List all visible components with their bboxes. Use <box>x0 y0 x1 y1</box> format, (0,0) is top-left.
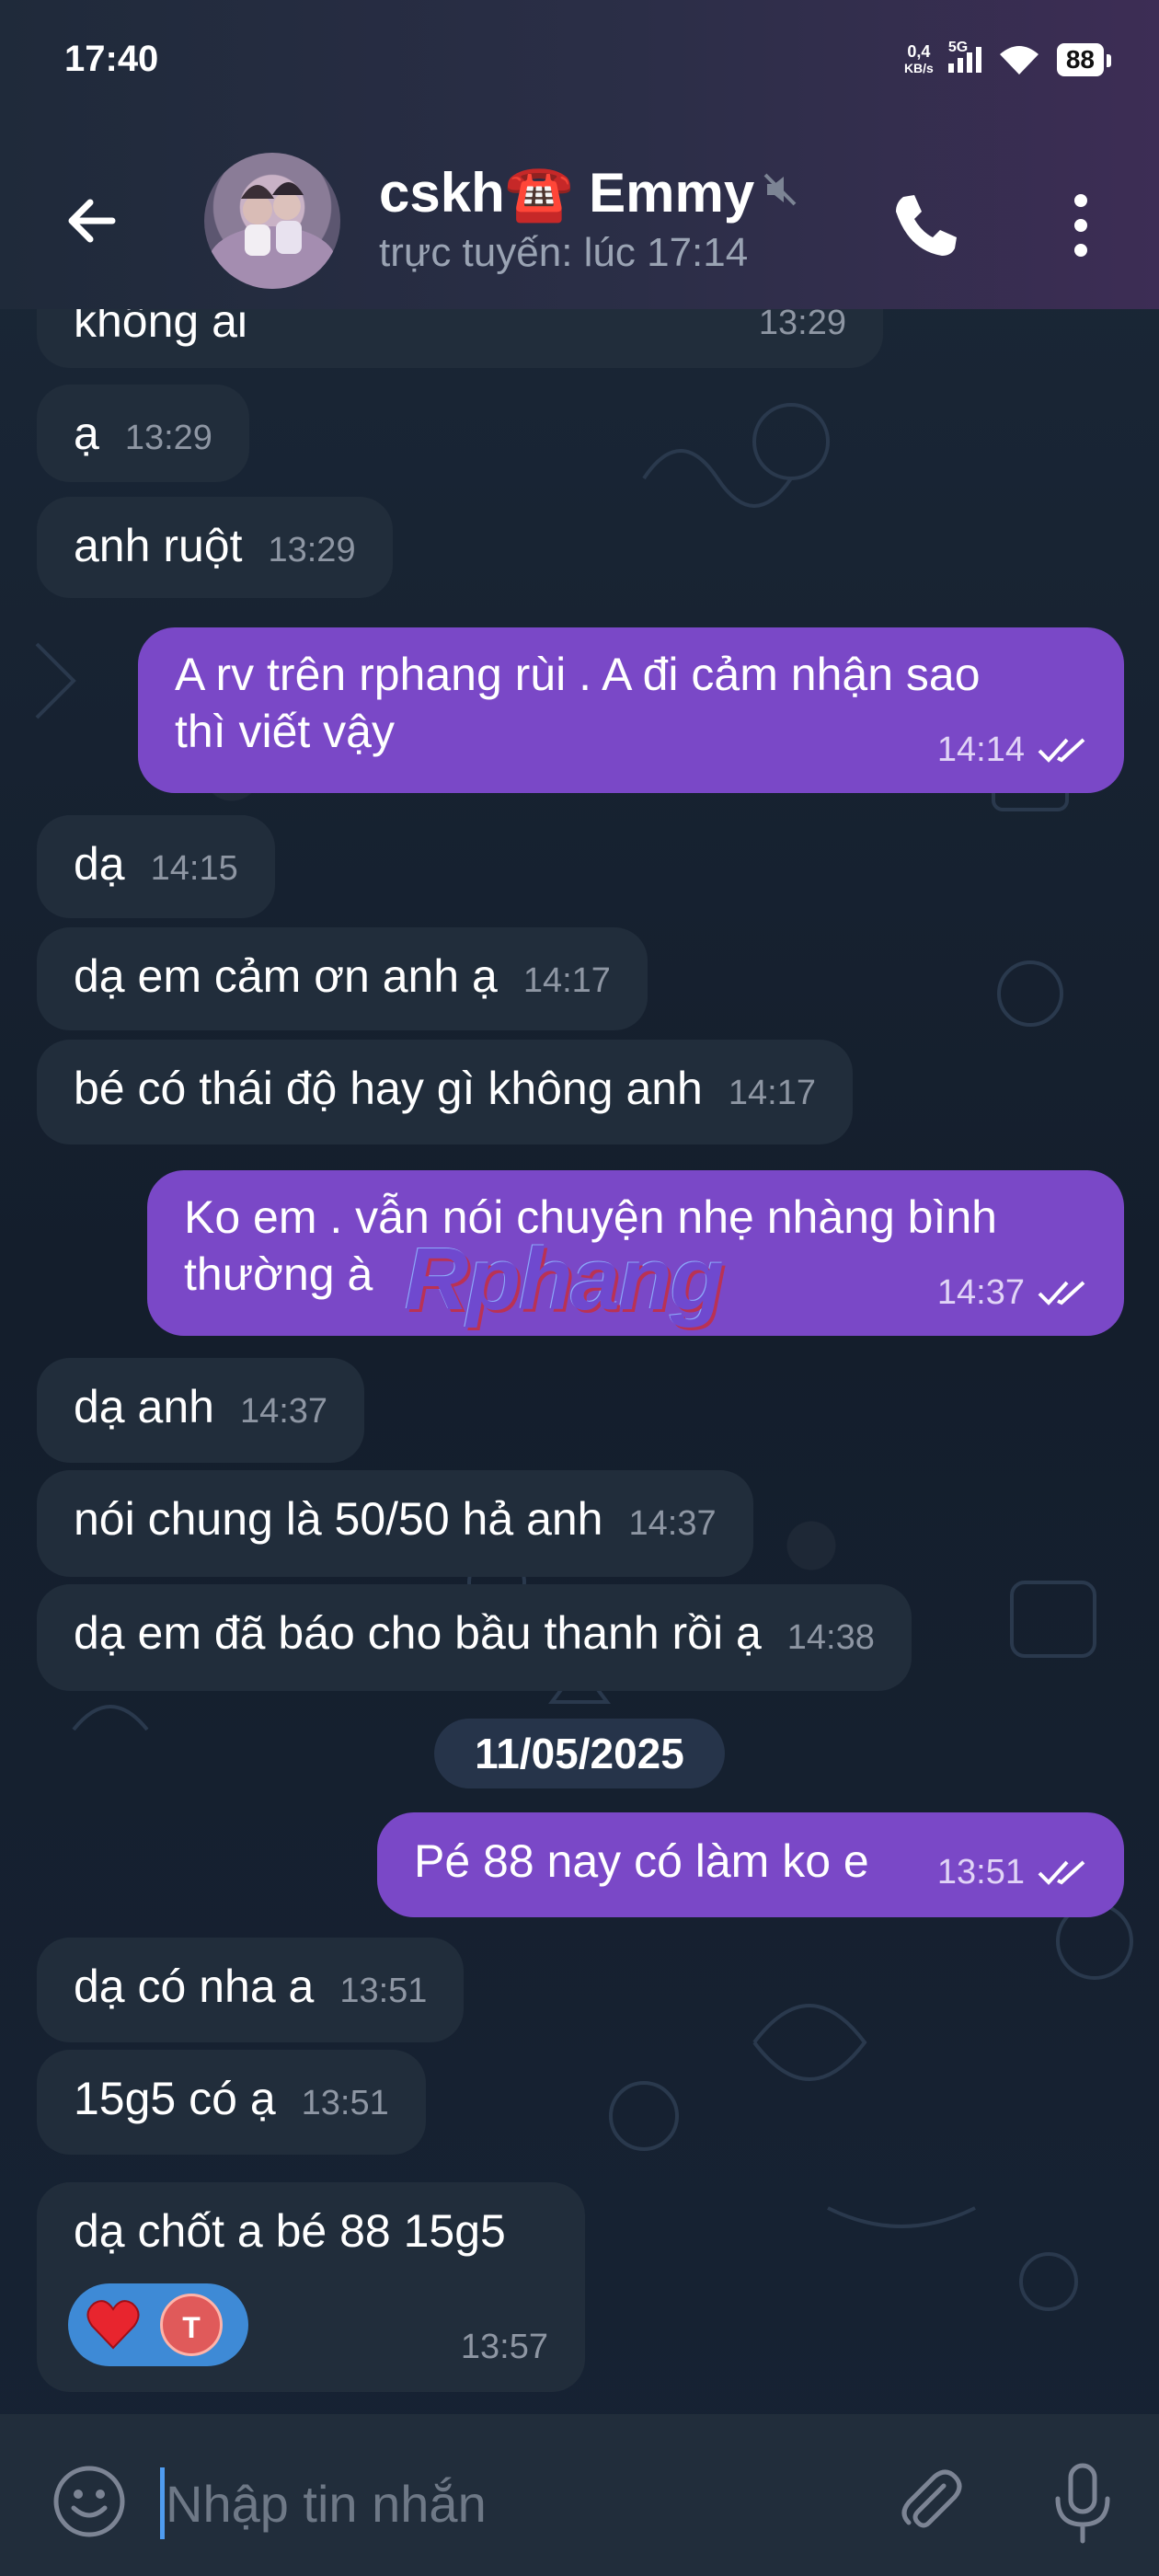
message-time: 13:57 <box>460 2328 548 2366</box>
message-time: 14:15 <box>150 849 238 888</box>
message-input[interactable] <box>164 2466 848 2541</box>
message-time: 14:37 <box>239 1392 328 1431</box>
message-incoming[interactable]: không ai 13:29 <box>37 309 883 368</box>
chat-header: cskh☎️ Emmy trực tuyến: lúc 17:14 <box>0 129 1159 309</box>
message-text: dạ anh <box>74 1381 214 1432</box>
wifi-icon <box>999 46 1039 75</box>
message-text: 15g5 có ạ <box>74 2073 276 2124</box>
message-text: bé có thái độ hay gì không anh <box>74 1063 703 1114</box>
message-time: 13:51 <box>936 1853 1025 1892</box>
network-speed-unit: KB/s <box>903 61 934 75</box>
attach-icon[interactable] <box>890 2462 970 2541</box>
signal-icon: 5G <box>947 40 981 73</box>
mic-icon[interactable] <box>1043 2458 1122 2547</box>
message-text-line: A rv trên rphang rùi . A đi cảm nhận sao <box>175 649 981 700</box>
message-time: 14:37 <box>628 1504 717 1543</box>
network-speed: 0,4 KB/s <box>904 43 934 76</box>
message-meta: 13:51 <box>937 1844 1091 1901</box>
double-check-icon <box>1038 1281 1085 1305</box>
message-outgoing[interactable]: A rv trên rphang rùi . A đi cảm nhận sao… <box>138 627 1124 793</box>
status-bar: 17:40 0,4 KB/s 5G 88 <box>0 0 1159 129</box>
message-incoming[interactable]: nói chung là 50/50 hả anh 14:37 <box>37 1470 753 1577</box>
message-text: dạ <box>74 838 125 890</box>
message-time: 14:38 <box>786 1618 875 1657</box>
contact-name: cskh☎️ Emmy <box>379 162 755 224</box>
message-incoming[interactable]: anh ruột 13:29 <box>37 497 393 598</box>
message-incoming[interactable]: ạ 13:29 <box>37 385 249 482</box>
message-incoming[interactable]: dạ em đã báo cho bầu thanh rồi ạ 14:38 <box>37 1584 912 1691</box>
message-list[interactable]: không ai 13:29 ạ 13:29 anh ruột 13:29 A rv… <box>0 309 1159 2414</box>
message-time: 13:29 <box>124 419 212 457</box>
message-text: nói chung là 50/50 hả anh <box>74 1493 603 1545</box>
message-text: dạ em cảm ơn anh ạ <box>74 950 498 1002</box>
mute-icon <box>763 173 797 206</box>
message-text: anh ruột <box>74 520 243 571</box>
message-composer <box>0 2414 1159 2576</box>
message-text: dạ có nha a <box>74 1961 315 2012</box>
double-check-icon <box>1038 1860 1085 1885</box>
reaction-pill[interactable]: T <box>68 2283 248 2366</box>
heart-icon <box>86 2300 140 2350</box>
status-time: 17:40 <box>64 39 159 79</box>
message-time: 13:51 <box>339 1972 428 2010</box>
status-indicators: 0,4 KB/s 5G 88 <box>904 37 1112 83</box>
message-meta: 14:37 <box>937 1264 1091 1321</box>
network-type: 5G <box>947 40 969 55</box>
double-check-icon <box>1038 738 1085 763</box>
message-incoming[interactable]: dạ có nha a 13:51 <box>37 1938 465 2042</box>
watermark-logo: Rphang <box>405 1230 724 1328</box>
reactor-avatar: T <box>160 2294 223 2356</box>
message-incoming[interactable]: 15g5 có ạ 13:51 <box>37 2050 426 2155</box>
avatar[interactable] <box>204 153 340 289</box>
message-meta: 14:14 <box>937 721 1091 778</box>
message-text: không ai <box>74 309 248 347</box>
message-time: 14:14 <box>936 730 1025 769</box>
message-incoming[interactable]: bé có thái độ hay gì không anh 14:17 <box>37 1040 853 1144</box>
message-incoming[interactable]: dạ anh 14:37 <box>37 1358 365 1463</box>
message-time: 13:51 <box>301 2084 389 2122</box>
message-incoming[interactable]: dạ chốt a bé 88 15g5 T 13:57 <box>37 2182 585 2392</box>
message-text: dạ em đã báo cho bầu thanh rồi ạ <box>74 1607 762 1659</box>
message-text: ạ <box>74 408 99 459</box>
back-arrow-icon[interactable] <box>55 184 129 258</box>
date-separator: 11/05/2025 <box>434 1719 725 1788</box>
avatar-photo <box>208 182 337 289</box>
contact-last-seen: trực tuyến: lúc 17:14 <box>379 230 749 275</box>
message-incoming[interactable]: dạ 14:15 <box>37 815 275 918</box>
message-time: 14:37 <box>936 1273 1025 1312</box>
network-speed-value: 0,4 <box>907 42 931 61</box>
message-time: 14:17 <box>522 961 611 1000</box>
message-time: 13:29 <box>268 531 356 569</box>
emoji-icon[interactable] <box>50 2462 129 2541</box>
more-vert-icon[interactable] <box>1058 184 1104 267</box>
message-time: 13:29 <box>758 309 846 342</box>
message-incoming[interactable]: dạ em cảm ơn anh ạ 14:17 <box>37 927 648 1030</box>
message-time: 14:17 <box>728 1074 816 1112</box>
phone-icon[interactable] <box>883 184 966 267</box>
message-outgoing[interactable]: Pé 88 nay có làm ko e 13:51 <box>377 1812 1124 1917</box>
message-text: dạ chốt a bé 88 15g5 <box>74 2205 506 2257</box>
message-text: Pé 88 nay có làm ko e <box>414 1835 869 1887</box>
battery-indicator: 88 <box>1056 43 1112 76</box>
